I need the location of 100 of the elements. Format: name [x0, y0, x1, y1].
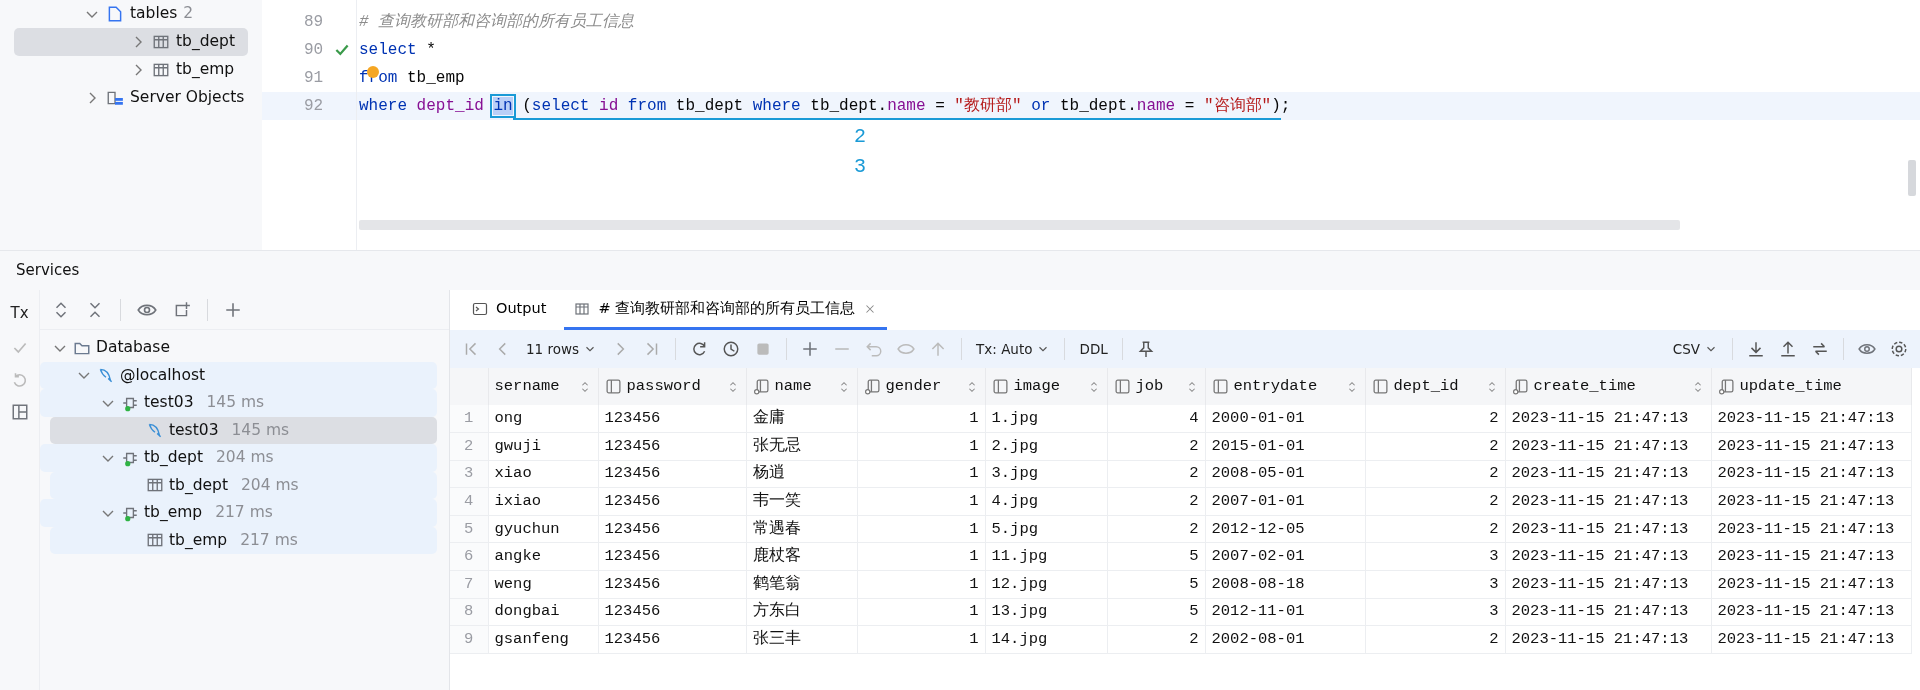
column-header[interactable]: name [746, 368, 857, 405]
tree-item[interactable]: test03 145 ms [50, 416, 437, 444]
duration-text: 217 ms [215, 502, 273, 524]
table-cell: 1 [857, 625, 985, 654]
transaction-button[interactable]: Tx [10, 302, 29, 325]
column-header[interactable]: update_time [1711, 368, 1911, 405]
tree-item[interactable]: tb_dept 204 ms [40, 444, 437, 472]
pin-icon[interactable] [1136, 340, 1155, 358]
table-cell: 2023-11-15 21:47:13 [1505, 432, 1711, 461]
dolphin-icon [146, 421, 164, 440]
table-cell: 1 [857, 570, 985, 599]
tree-item[interactable]: tb_emp [14, 56, 248, 84]
table-cell: 123456 [598, 598, 746, 626]
table-cell: 2 [1107, 625, 1205, 654]
table-cell: 2023-11-15 21:47:13 [1711, 598, 1911, 626]
column-header[interactable]: create_time [1505, 368, 1711, 405]
scrollbar[interactable] [359, 220, 1680, 230]
tree-item[interactable]: tb_emp 217 ms [40, 499, 437, 527]
transaction-dropdown[interactable]: Tx: Auto [976, 338, 1051, 360]
tree-item[interactable]: tables 2 [14, 0, 248, 28]
line-number: 91 [304, 68, 324, 89]
ddl-button[interactable]: DDL [1079, 338, 1108, 360]
table-cell: 1 [857, 598, 985, 626]
add-icon[interactable] [224, 300, 242, 319]
download-icon[interactable] [1747, 340, 1765, 358]
table-cell: 常遇春 [746, 515, 857, 543]
column-header[interactable]: dept_id [1365, 368, 1505, 405]
nullable-column-icon [1717, 378, 1735, 395]
line-number: 90 [304, 40, 324, 61]
dolphin-icon [97, 366, 115, 385]
table-cell: ong [488, 405, 598, 433]
column-icon [1113, 378, 1131, 395]
tree-item[interactable]: Server Objects [14, 84, 248, 112]
table-cell: 2000-01-01 [1205, 405, 1365, 433]
table-cell: 123456 [598, 542, 746, 571]
nullable-column-icon [863, 378, 881, 395]
table-cell: 5 [1107, 542, 1205, 571]
column-header[interactable]: job [1107, 368, 1205, 405]
row-number: 8 [450, 598, 488, 626]
column-header[interactable]: gender [857, 368, 985, 405]
upload-icon[interactable] [1779, 340, 1797, 358]
table-cell: 2002-08-01 [1205, 625, 1365, 654]
table-cell: 2023-11-15 21:47:13 [1711, 515, 1911, 543]
table-cell: 2023-11-15 21:47:13 [1505, 570, 1711, 599]
table-cell: angke [488, 542, 598, 571]
table-cell: 2023-11-15 21:47:13 [1711, 625, 1911, 654]
table-cell: 3 [1365, 570, 1505, 599]
table-cell: weng [488, 570, 598, 599]
table-cell: 2023-11-15 21:47:13 [1505, 460, 1711, 488]
duration-text: 204 ms [240, 474, 299, 496]
table-cell: 2.jpg [985, 432, 1107, 461]
nullable-column-icon [1511, 378, 1529, 395]
column-header[interactable]: sername [488, 368, 598, 405]
tree-item[interactable]: @localhost [40, 361, 437, 389]
compare-icon[interactable] [1811, 340, 1829, 358]
layout-icon[interactable] [10, 402, 29, 421]
terminal-icon [472, 300, 488, 317]
table-cell: 韦一笑 [746, 487, 857, 516]
scrollbar-thumb[interactable] [1908, 160, 1916, 196]
tree-item[interactable]: tb_emp 217 ms [50, 526, 437, 554]
row-number: 5 [450, 515, 488, 543]
export-format-dropdown[interactable]: CSV [1672, 338, 1718, 360]
table-cell: 3 [1365, 598, 1505, 626]
column-icon [604, 378, 622, 395]
table-cell: 杨逍 [746, 460, 857, 488]
settings-icon[interactable] [1890, 340, 1908, 358]
table-cell: 2023-11-15 21:47:13 [1505, 625, 1711, 654]
table-cell: 2023-11-15 21:47:13 [1505, 487, 1711, 516]
column-icon [1211, 378, 1229, 395]
line-number: 92 [304, 96, 324, 117]
tree-item[interactable]: Database [40, 334, 437, 362]
row-number: 1 [450, 405, 488, 433]
tree-item[interactable]: tb_dept [14, 28, 248, 56]
table-cell: 2008-05-01 [1205, 460, 1365, 488]
column-header[interactable]: password [598, 368, 746, 405]
table-cell: 2023-11-15 21:47:13 [1505, 542, 1711, 571]
table-cell: xiao [488, 460, 598, 488]
table-cell: 方东白 [746, 598, 857, 626]
duration-text: 145 ms [231, 419, 290, 441]
table-icon [152, 61, 170, 79]
add-row-icon[interactable] [801, 340, 820, 358]
table-cell: 1 [857, 432, 985, 461]
code-line: select * [358, 40, 437, 61]
duration-text: 217 ms [240, 529, 298, 551]
tree-item[interactable]: test03 145 ms [40, 389, 437, 417]
row-number: 9 [450, 625, 488, 654]
revert-icon[interactable] [865, 340, 884, 358]
table-cell: 13.jpg [985, 598, 1107, 626]
table-cell: 123456 [598, 625, 746, 654]
column-header[interactable]: image [985, 368, 1107, 405]
column-icon [991, 378, 1009, 395]
rows-dropdown[interactable]: 11 rows [526, 338, 598, 360]
tree-item[interactable]: tb_dept 204 ms [50, 471, 437, 499]
row-number: 2 [450, 432, 488, 461]
history-icon[interactable] [722, 340, 741, 358]
result-tab[interactable]: Output [462, 290, 557, 330]
table-cell: 2 [1365, 460, 1505, 488]
new-tab-icon[interactable] [173, 300, 191, 319]
column-header[interactable]: entrydate [1205, 368, 1365, 405]
table-cell: 2 [1365, 515, 1505, 543]
